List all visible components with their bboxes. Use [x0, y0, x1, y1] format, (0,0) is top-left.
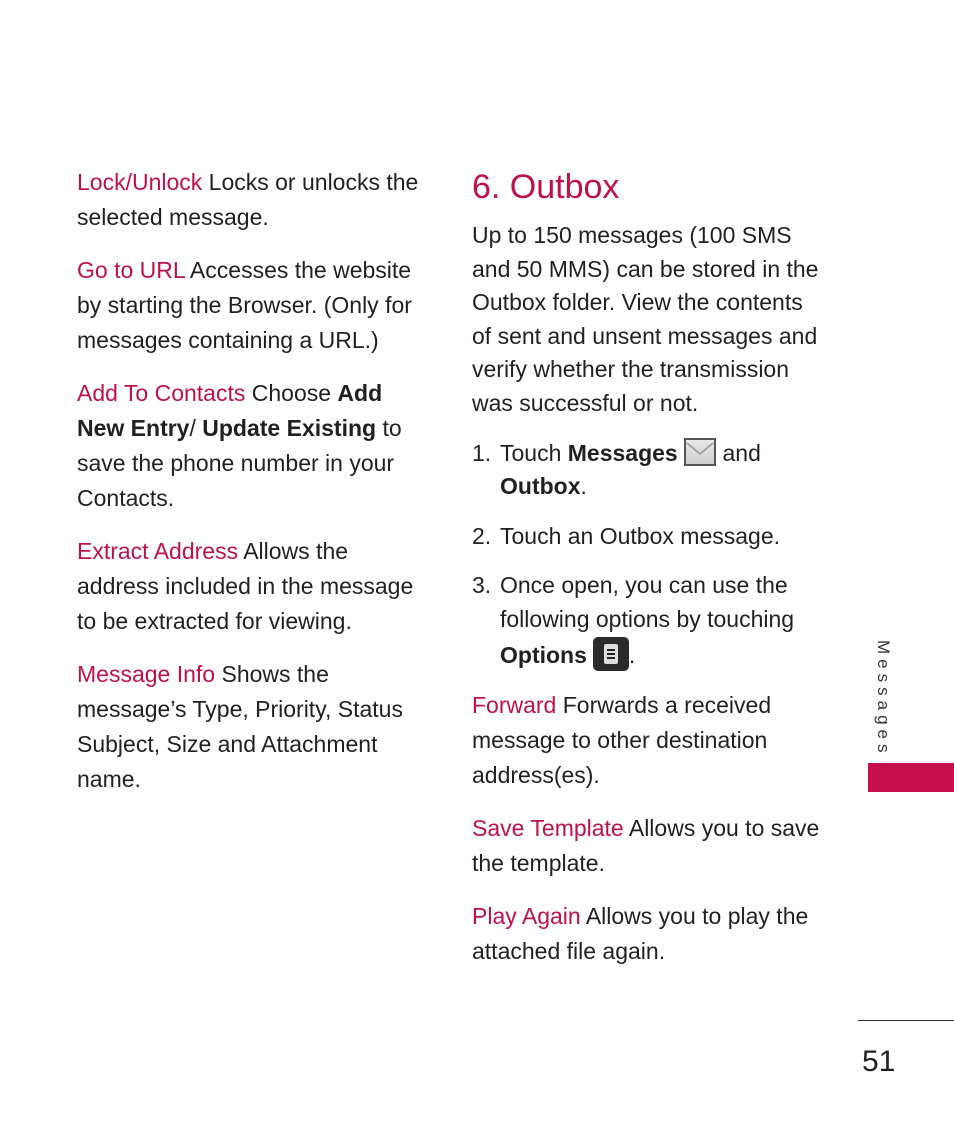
option-term: Forward — [472, 692, 557, 719]
step-1: 1. Touch Messages and Outbox. — [472, 437, 822, 504]
option-term: Go to URL — [77, 257, 185, 283]
option-term: Save Template — [472, 815, 624, 842]
section-side-label: Messages — [874, 640, 893, 758]
step-text: Touch Messages and Outbox. — [500, 437, 822, 504]
section-heading: 6. Outbox — [472, 168, 620, 206]
bold-messages: Messages — [567, 439, 678, 466]
step-number: 1. — [472, 439, 492, 466]
step-number: 2. — [472, 522, 492, 549]
option-forward: Forward Forwards a received message to o… — [472, 688, 822, 793]
options-menu-icon — [592, 636, 629, 671]
section-tab-marker — [868, 763, 954, 792]
page-number: 51 — [862, 1045, 896, 1078]
bold-options: Options — [500, 641, 587, 668]
option-lock-unlock: Lock/Unlock Locks or unlocks the selecte… — [77, 165, 422, 235]
option-message-info: Message Info Shows the message’s Type, P… — [77, 657, 422, 797]
option-desc: Choose — [245, 380, 338, 406]
step-text-mid: and — [716, 439, 761, 466]
footer-rule — [858, 1020, 954, 1021]
bold-update-existing: Update Existing — [202, 415, 377, 441]
left-column: Lock/Unlock Locks or unlocks the selecte… — [77, 165, 422, 815]
step-text-post: . — [580, 473, 587, 500]
option-term: Message Info — [77, 661, 216, 687]
option-play-again: Play Again Allows you to play the attach… — [472, 899, 822, 969]
step-text-pre: Once open, you can use the following opt… — [500, 572, 795, 632]
step-3: 3. Once open, you can use the following … — [472, 569, 822, 672]
option-extract-address: Extract Address Allows the address inclu… — [77, 534, 422, 639]
step-text-post: . — [628, 641, 636, 668]
option-term: Play Again — [472, 903, 581, 930]
option-term: Lock/Unlock — [77, 169, 203, 195]
bold-outbox: Outbox — [500, 473, 581, 500]
step-number: 3. — [472, 572, 492, 599]
step-text-pre: Touch — [500, 439, 568, 466]
option-term: Extract Address — [77, 538, 239, 564]
right-column: 6. Outbox Up to 150 messages (100 SMS an… — [472, 165, 822, 987]
separator: / — [189, 415, 203, 441]
envelope-icon — [684, 437, 717, 466]
option-go-to-url: Go to URL Accesses the website by starti… — [77, 253, 422, 358]
intro-paragraph: Up to 150 messages (100 SMS and 50 MMS) … — [472, 222, 819, 416]
step-2: 2. Touch an Outbox message. — [472, 520, 822, 554]
option-save-template: Save Template Allows you to save the tem… — [472, 811, 822, 881]
option-term: Add To Contacts — [77, 380, 246, 406]
step-text: Touch an Outbox message. — [500, 522, 780, 549]
step-text: Once open, you can use the following opt… — [500, 569, 822, 672]
option-add-to-contacts: Add To Contacts Choose Add New Entry/ Up… — [77, 376, 422, 516]
